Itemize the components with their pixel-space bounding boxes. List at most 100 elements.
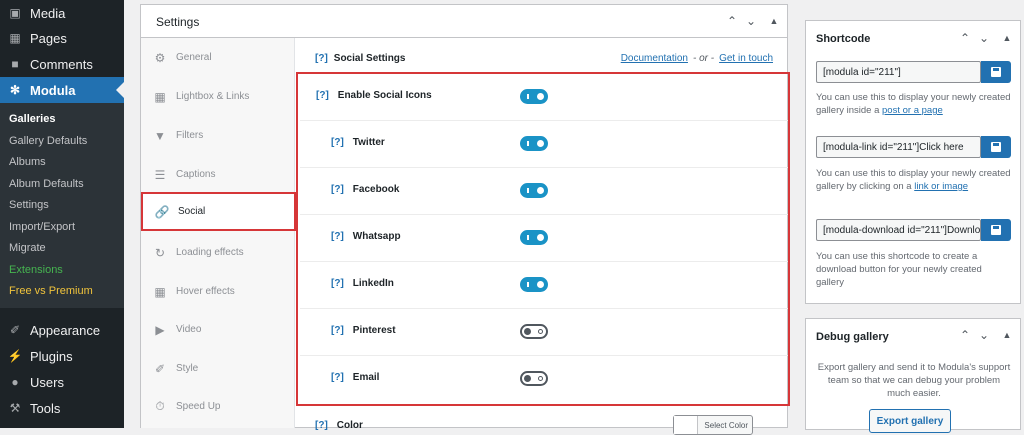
menu-item-comments[interactable]: ■ Comments	[0, 51, 124, 77]
menu-item-media[interactable]: ▣ Media	[0, 0, 124, 26]
save-icon	[991, 142, 1001, 152]
collapse-toggle-icon[interactable]: ▲	[998, 28, 1016, 48]
link-or-image-link[interactable]: link or image	[914, 181, 968, 192]
captions-icon: ☰	[154, 167, 166, 182]
filter-icon: ▼	[154, 128, 166, 143]
help-link[interactable]: [?]	[315, 420, 328, 431]
setting-label-text: Enable Social Icons	[337, 90, 432, 101]
move-down-icon[interactable]: ⌄	[742, 11, 760, 31]
tab-general[interactable]: ⚙ General	[141, 38, 295, 77]
tab-social[interactable]: 🔗 Social	[141, 192, 296, 231]
submenu-extensions[interactable]: Extensions	[9, 264, 63, 276]
menu-item-modula[interactable]: ✻ Modula	[0, 77, 124, 103]
help-link[interactable]: [?]	[316, 90, 329, 101]
shortcode-download-input[interactable]: [modula-download id="211"]Download	[816, 219, 981, 241]
collapse-toggle-icon[interactable]: ▲	[998, 325, 1016, 345]
submenu-migrate[interactable]: Migrate	[9, 242, 46, 254]
tab-video[interactable]: ▶ Video	[141, 310, 295, 349]
submenu-galleries[interactable]: Galleries	[9, 113, 55, 125]
linkedin-toggle[interactable]	[520, 277, 548, 292]
tab-lightbox-links[interactable]: ▦ Lightbox & Links	[141, 77, 295, 116]
help-link[interactable]: [?]	[331, 184, 344, 195]
post-or-page-link[interactable]: post or a page	[882, 105, 943, 116]
help-link[interactable]: [?]	[331, 137, 344, 148]
menu-label: Modula	[30, 82, 76, 98]
collapse-toggle-icon[interactable]: ▲	[765, 11, 783, 31]
pinterest-toggle[interactable]	[520, 324, 548, 339]
help-link[interactable]: [?]	[331, 372, 344, 383]
tab-label: Style	[176, 363, 199, 374]
tab-speed-up[interactable]: ⏱ Speed Up	[141, 387, 295, 426]
twitter-toggle[interactable]	[520, 136, 548, 151]
menu-label: Plugins	[30, 348, 73, 364]
social-settings-title: Social Settings	[333, 53, 406, 64]
setting-row-color: [?] Color	[315, 420, 363, 431]
menu-label: Tools	[30, 400, 61, 416]
select-color-button[interactable]: Select Color	[673, 415, 753, 435]
brush-icon: ✐	[154, 361, 166, 376]
video-icon: ▶	[155, 322, 165, 337]
help-link[interactable]: [?]	[331, 325, 344, 336]
menu-item-pages[interactable]: ▦ Pages	[0, 25, 124, 51]
select-color-label: Select Color	[704, 420, 748, 430]
shortcode-title: Shortcode	[816, 33, 871, 45]
submenu-gallery-defaults[interactable]: Gallery Defaults	[9, 135, 87, 147]
email-toggle[interactable]	[520, 371, 548, 386]
move-up-icon[interactable]: ⌃	[956, 325, 974, 345]
help-link[interactable]: [?]	[315, 53, 328, 64]
tab-hover-effects[interactable]: ▦ Hover effects	[141, 272, 295, 311]
appearance-icon: ✐	[9, 323, 21, 337]
tab-label: Speed Up	[176, 401, 221, 412]
menu-item-plugins[interactable]: ⚡ Plugins	[0, 343, 124, 369]
copy-shortcode-link-button[interactable]	[981, 136, 1011, 158]
tab-loading-effects[interactable]: ↻ Loading effects	[141, 233, 295, 272]
tab-style[interactable]: ✐ Style	[141, 349, 295, 388]
setting-label: [?] Whatsapp	[331, 231, 401, 242]
copy-shortcode-button[interactable]	[981, 61, 1011, 83]
setting-label: [?] Pinterest	[331, 325, 396, 336]
shortcode-input[interactable]: [modula id="211"]	[816, 61, 981, 83]
submenu-settings[interactable]: Settings	[9, 199, 49, 211]
social-settings-panel: [?] Social Settings Documentation - or -…	[296, 38, 790, 435]
help-link[interactable]: [?]	[331, 278, 344, 289]
tab-filters[interactable]: ▼ Filters	[141, 116, 295, 155]
facebook-toggle[interactable]	[520, 183, 548, 198]
settings-title: Settings	[156, 15, 200, 29]
documentation-link[interactable]: Documentation	[621, 53, 688, 64]
shortcode-link-input[interactable]: [modula-link id="211"]Click here	[816, 136, 981, 158]
setting-label-text: LinkedIn	[352, 278, 394, 289]
submenu-import-export[interactable]: Import/Export	[9, 221, 75, 233]
whatsapp-toggle[interactable]	[520, 230, 548, 245]
tab-label: General	[176, 52, 212, 63]
submenu-album-defaults[interactable]: Album Defaults	[9, 178, 84, 190]
help-links: Documentation - or - Get in touch	[621, 53, 773, 64]
shortcode-metabox: Shortcode ⌃ ⌄ ▲ [modula id="211"] You ca…	[805, 20, 1021, 304]
tab-label: Lightbox & Links	[176, 91, 250, 102]
menu-item-users[interactable]: ● Users	[0, 369, 124, 395]
debug-description: Export gallery and send it to Modula's s…	[817, 362, 1011, 399]
submenu-albums[interactable]: Albums	[9, 156, 46, 168]
help-link[interactable]: [?]	[331, 231, 344, 242]
menu-item-tools[interactable]: ⚒ Tools	[0, 395, 124, 421]
setting-row-whatsapp: [?] Whatsapp	[300, 215, 788, 262]
get-in-touch-link[interactable]: Get in touch	[719, 53, 773, 64]
media-icon: ▣	[9, 6, 21, 20]
submenu-free-vs-premium[interactable]: Free vs Premium	[9, 285, 93, 297]
save-icon	[991, 225, 1001, 235]
move-down-icon[interactable]: ⌄	[975, 325, 993, 345]
tab-label: Hover effects	[176, 286, 235, 297]
setting-label: [?] Facebook	[331, 184, 399, 195]
setting-label-text: Whatsapp	[352, 231, 401, 242]
enable-social-icons-toggle[interactable]	[520, 89, 548, 104]
menu-label: Appearance	[30, 322, 101, 338]
menu-item-appearance[interactable]: ✐ Appearance	[0, 317, 124, 343]
export-gallery-button[interactable]: Export gallery	[869, 409, 951, 433]
move-up-icon[interactable]: ⌃	[723, 11, 741, 31]
move-down-icon[interactable]: ⌄	[975, 28, 993, 48]
tab-label: Social	[178, 206, 206, 217]
copy-shortcode-download-button[interactable]	[981, 219, 1011, 241]
tab-captions[interactable]: ☰ Captions	[141, 155, 295, 194]
refresh-icon: ↻	[154, 245, 166, 260]
move-up-icon[interactable]: ⌃	[956, 28, 974, 48]
shortcode-description: You can use this to display your newly c…	[816, 91, 1012, 117]
